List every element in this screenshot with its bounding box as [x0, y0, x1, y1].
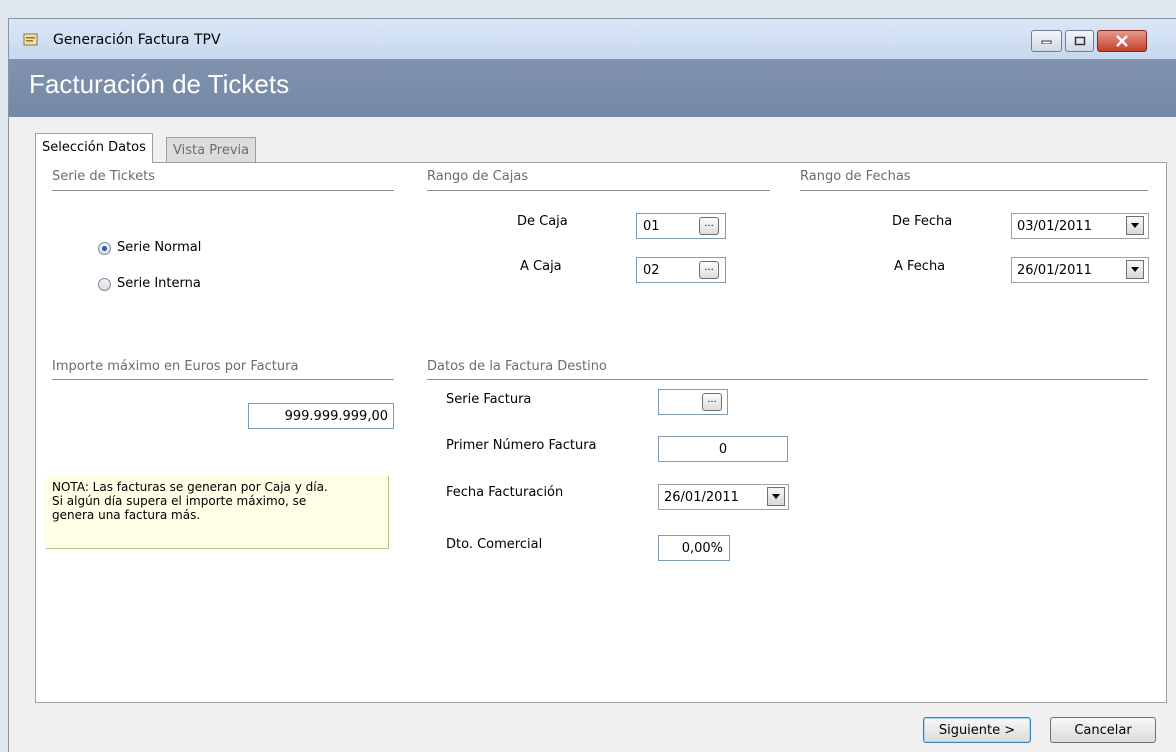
app-icon	[23, 33, 38, 46]
application-window: Generación Factura TPV Facturación de Ti…	[8, 18, 1176, 752]
primer-numero-label: Primer Número Factura	[446, 438, 597, 453]
rango-fechas-label: Rango de Fechas	[800, 169, 911, 184]
dto-comercial-input[interactable]: 0,00%	[658, 535, 730, 561]
de-fecha-value: 03/01/2011	[1017, 219, 1092, 234]
header-banner: Facturación de Tickets	[9, 59, 1176, 117]
fecha-facturacion-label: Fecha Facturación	[446, 485, 564, 500]
serie-factura-input[interactable]: ...	[658, 389, 728, 415]
a-caja-label: A Caja	[520, 259, 562, 274]
rango-cajas-divider	[427, 190, 770, 191]
rango-cajas-label: Rango de Cajas	[427, 169, 529, 184]
de-fecha-select[interactable]: 03/01/2011	[1011, 213, 1149, 239]
minimize-icon	[1041, 40, 1051, 44]
de-caja-label: De Caja	[517, 214, 568, 229]
a-fecha-chevron-down-icon[interactable]	[1126, 260, 1144, 279]
fecha-facturacion-select[interactable]: 26/01/2011	[658, 484, 789, 510]
tab-panel: Serie de Tickets Serie Normal Serie Inte…	[35, 162, 1167, 703]
a-fecha-select[interactable]: 26/01/2011	[1011, 257, 1149, 283]
window-title: Generación Factura TPV	[53, 32, 221, 48]
importe-input[interactable]: 999.999.999,00	[248, 403, 394, 429]
page-title: Facturación de Tickets	[29, 69, 290, 99]
close-icon	[1116, 35, 1128, 47]
fecha-facturacion-chevron-down-icon[interactable]	[767, 487, 785, 506]
fecha-facturacion-value: 26/01/2011	[664, 490, 739, 505]
de-fecha-chevron-down-icon[interactable]	[1126, 216, 1144, 235]
minimize-button[interactable]	[1031, 30, 1062, 52]
importe-label: Importe máximo en Euros por Factura	[52, 359, 299, 374]
note-line: genera una factura más.	[52, 508, 201, 522]
dto-comercial-value: 0,00%	[681, 541, 723, 556]
destino-divider	[427, 379, 1148, 380]
next-button[interactable]: Siguiente >	[923, 717, 1031, 743]
a-caja-value: 02	[643, 263, 660, 278]
title-bar[interactable]: Generación Factura TPV	[9, 19, 1176, 59]
a-fecha-value: 26/01/2011	[1017, 263, 1092, 278]
primer-numero-input[interactable]: 0	[658, 436, 788, 462]
de-caja-lookup-button[interactable]: ...	[699, 217, 719, 235]
note-box: NOTA: Las facturas se generan por Caja y…	[46, 476, 389, 549]
serie-tickets-divider	[52, 190, 394, 191]
dto-comercial-label: Dto. Comercial	[446, 537, 543, 552]
radio-serie-interna-label[interactable]: Serie Interna	[117, 276, 201, 291]
serie-factura-label: Serie Factura	[446, 392, 532, 407]
tab-seleccion-datos[interactable]: Selección Datos	[35, 133, 153, 163]
radio-serie-normal-label[interactable]: Serie Normal	[117, 240, 201, 255]
radio-serie-normal[interactable]	[98, 242, 111, 255]
maximize-button[interactable]	[1065, 30, 1094, 52]
de-fecha-label: De Fecha	[892, 214, 953, 229]
a-fecha-label: A Fecha	[894, 259, 946, 274]
note-line: Si algún día supera el importe máximo, s…	[52, 494, 307, 508]
note-line: NOTA: Las facturas se generan por Caja y…	[52, 480, 328, 494]
close-button[interactable]	[1097, 30, 1147, 52]
radio-serie-interna[interactable]	[98, 278, 111, 291]
tab-vista-previa[interactable]: Vista Previa	[166, 137, 257, 163]
a-caja-lookup-button[interactable]: ...	[699, 261, 719, 279]
a-caja-input[interactable]: 02 ...	[636, 257, 726, 283]
serie-factura-lookup-button[interactable]: ...	[702, 393, 722, 411]
rango-fechas-divider	[800, 190, 1148, 191]
maximize-icon	[1074, 36, 1085, 46]
importe-value: 999.999.999,00	[284, 409, 388, 424]
primer-numero-value: 0	[718, 442, 728, 457]
destino-label: Datos de la Factura Destino	[427, 359, 607, 374]
de-caja-value: 01	[643, 219, 660, 234]
de-caja-input[interactable]: 01 ...	[636, 213, 726, 239]
serie-tickets-label: Serie de Tickets	[52, 169, 155, 184]
cancel-button[interactable]: Cancelar	[1050, 717, 1156, 743]
importe-divider	[52, 379, 394, 380]
